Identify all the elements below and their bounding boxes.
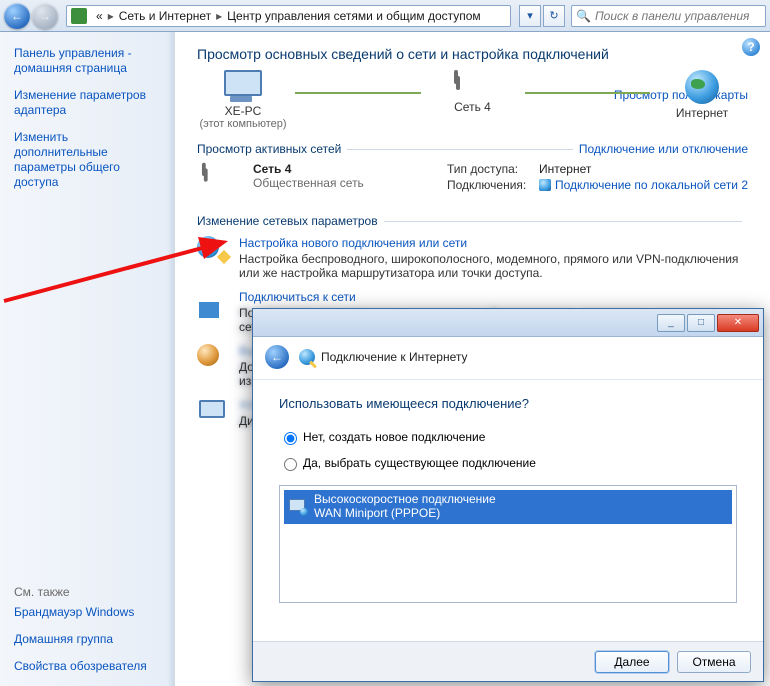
internet-wizard-icon (299, 349, 315, 365)
close-button[interactable]: ✕ (717, 314, 759, 332)
wizard-back-button[interactable]: ← (265, 345, 289, 369)
radio-input[interactable] (284, 432, 297, 445)
sidebar-see-also-heading: См. также (14, 585, 164, 599)
internet-label: Интернет (656, 106, 748, 120)
network-category-icon (197, 162, 243, 196)
diagram-connector (519, 78, 657, 110)
label-access-type: Тип доступа: (447, 162, 539, 176)
sidebar-link-adapter-settings[interactable]: Изменение параметров адаптера (14, 88, 164, 118)
sidebar: Панель управления - домашняя страница Из… (0, 32, 175, 686)
wizard-question: Использовать имеющееся подключение? (279, 396, 737, 411)
connection-icon (539, 179, 551, 191)
globe-icon (685, 70, 719, 104)
cancel-button[interactable]: Отмена (677, 651, 751, 673)
dialog-header: ← Подключение к Интернету (253, 337, 763, 380)
page-title: Просмотр основных сведений о сети и наст… (197, 46, 748, 62)
list-item-subtitle: WAN Miniport (PPPOE) (314, 507, 496, 521)
value-access-type: Интернет (539, 162, 591, 176)
help-icon[interactable]: ? (742, 38, 760, 56)
chevron-right-icon: ▸ (106, 9, 116, 23)
radio-use-existing[interactable]: Да, выбрать существующее подключение (279, 455, 737, 471)
section-active-networks: Просмотр активных сетей Подключение или … (197, 142, 748, 156)
chevron-right-icon: ▸ (214, 9, 224, 23)
active-network-name: Сеть 4 (253, 162, 364, 176)
task-setup-new-connection[interactable]: Настройка нового подключения или сети На… (197, 236, 748, 280)
computer-icon (223, 70, 263, 102)
sidebar-link-home[interactable]: Панель управления - домашняя страница (14, 46, 164, 76)
troubleshoot-icon (197, 398, 231, 426)
breadcrumb-root[interactable]: « (93, 9, 106, 23)
connect-network-icon (197, 290, 231, 318)
broadband-connection-icon (288, 498, 308, 516)
address-bar: ← → « ▸ Сеть и Интернет ▸ Центр управлен… (0, 0, 770, 32)
breadcrumb-seg-network[interactable]: Сеть и Интернет (116, 9, 214, 23)
breadcrumb[interactable]: « ▸ Сеть и Интернет ▸ Центр управления с… (66, 5, 511, 27)
breadcrumb-seg-sharing-center[interactable]: Центр управления сетями и общим доступом (224, 9, 484, 23)
radio-create-new[interactable]: Нет, создать новое подключение (279, 429, 737, 445)
homegroup-icon (197, 344, 231, 372)
connection-link[interactable]: Подключение по локальной сети 2 (555, 178, 748, 192)
connect-disconnect-link[interactable]: Подключение или отключение (579, 142, 748, 156)
diagram-node-network[interactable]: Сеть 4 (427, 70, 519, 114)
task-desc: Настройка беспроводного, широкополосного… (239, 252, 748, 280)
dialog-titlebar[interactable]: _ □ ✕ (253, 309, 763, 337)
diagram-connector (289, 78, 427, 110)
radio-label: Нет, создать новое подключение (303, 430, 485, 444)
search-input[interactable]: 🔍 Поиск в панели управления (571, 5, 766, 27)
search-placeholder: Поиск в панели управления (595, 9, 750, 23)
existing-connections-list[interactable]: Высокоскоростное подключение WAN Minipor… (279, 485, 737, 603)
minimize-button[interactable]: _ (657, 314, 685, 332)
section-title: Просмотр активных сетей (197, 142, 341, 156)
task-link[interactable]: Подключиться к сети (239, 290, 748, 304)
wizard-title: Подключение к Интернету (321, 350, 468, 364)
new-connection-icon (197, 236, 231, 264)
active-network-type-link[interactable]: Общественная сеть (253, 176, 364, 190)
sidebar-link-advanced-sharing[interactable]: Изменить дополнительные параметры общего… (14, 130, 164, 190)
refresh-button[interactable]: ↻ (543, 5, 565, 27)
list-item-title: Высокоскоростное подключение (314, 493, 496, 507)
section-change-settings: Изменение сетевых параметров (197, 214, 748, 228)
task-link[interactable]: Настройка нового подключения или сети (239, 236, 748, 250)
breadcrumb-history-button[interactable]: ▾ (519, 5, 541, 27)
dialog-body: Использовать имеющееся подключение? Нет,… (253, 380, 763, 613)
pc-subtitle: (этот компьютер) (197, 118, 289, 130)
section-title: Изменение сетевых параметров (197, 214, 378, 228)
nav-forward-button[interactable]: → (32, 3, 58, 29)
radio-label: Да, выбрать существующее подключение (303, 456, 536, 470)
pc-name: XE-PC (197, 104, 289, 118)
dialog-footer: Далее Отмена (253, 641, 763, 681)
connect-to-internet-dialog: _ □ ✕ ← Подключение к Интернету Использо… (252, 308, 764, 682)
sidebar-link-homegroup[interactable]: Домашняя группа (14, 632, 164, 647)
search-icon: 🔍 (576, 9, 591, 23)
control-panel-icon (71, 8, 87, 24)
sidebar-link-firewall[interactable]: Брандмауэр Windows (14, 605, 164, 620)
active-network-row: Сеть 4 Общественная сеть Тип доступа: Ин… (197, 162, 748, 196)
bench-icon (450, 70, 496, 98)
sidebar-link-internet-options[interactable]: Свойства обозревателя (14, 659, 164, 674)
label-connections: Подключения: (447, 178, 539, 192)
diagram-node-this-pc[interactable]: XE-PC (этот компьютер) (197, 70, 289, 130)
radio-input[interactable] (284, 458, 297, 471)
maximize-button[interactable]: □ (687, 314, 715, 332)
next-button[interactable]: Далее (595, 651, 669, 673)
network-name: Сеть 4 (427, 100, 519, 114)
list-item[interactable]: Высокоскоростное подключение WAN Minipor… (284, 490, 732, 524)
nav-back-button[interactable]: ← (4, 3, 30, 29)
